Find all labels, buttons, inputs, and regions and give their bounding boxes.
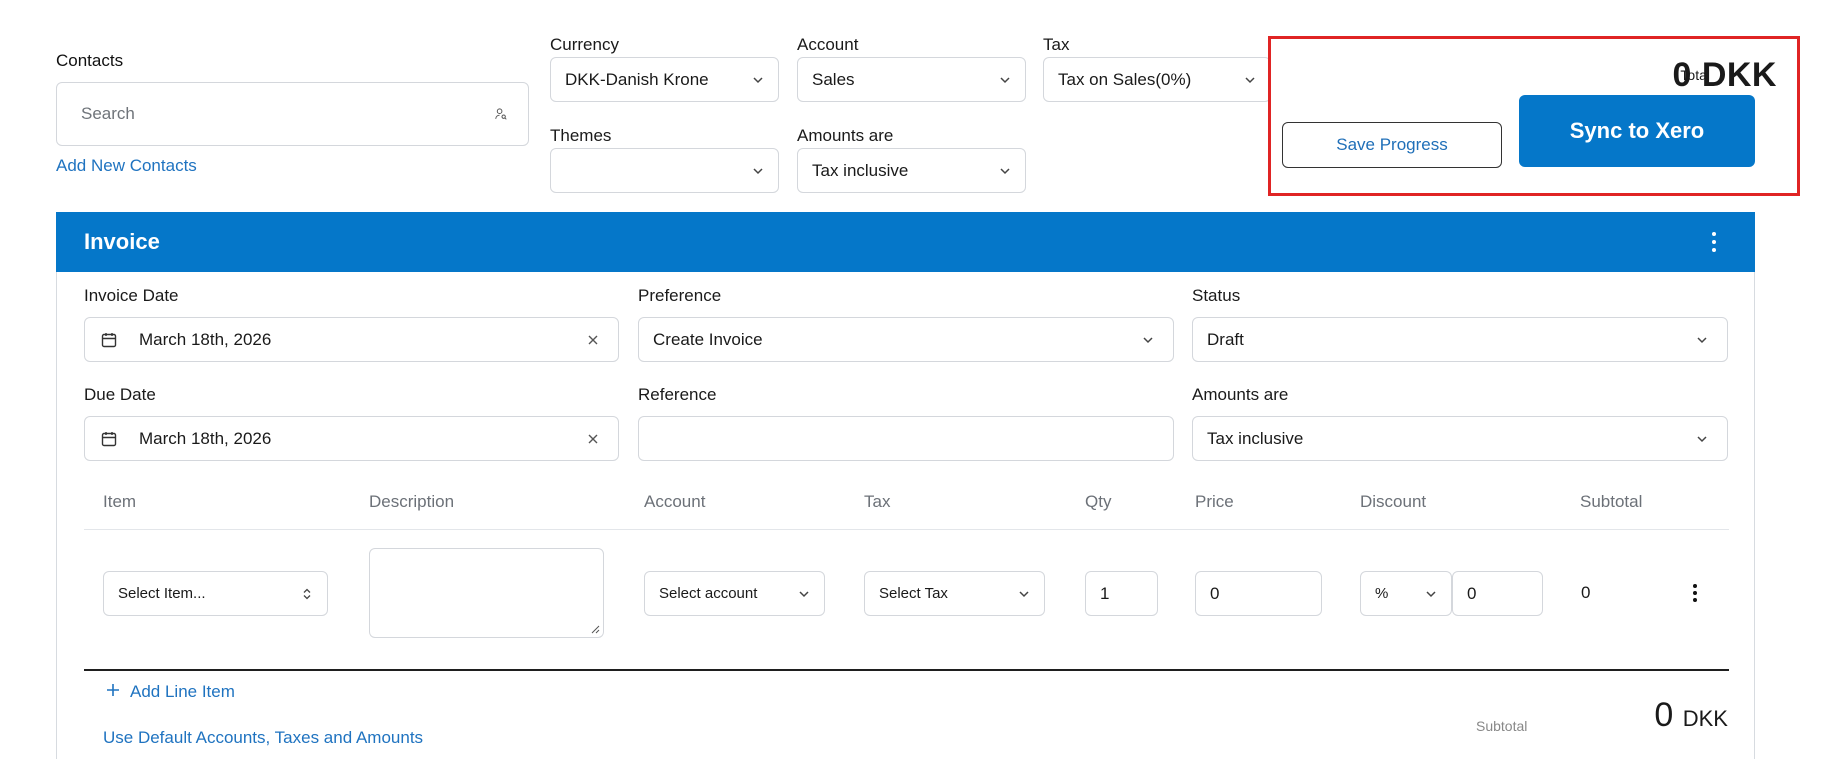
amounts-are-label: Amounts are xyxy=(797,126,894,145)
discount-type-select[interactable]: % xyxy=(1360,571,1452,616)
currency-value: DKK-Danish Krone xyxy=(565,69,709,89)
contact-search-icon[interactable] xyxy=(474,107,528,121)
amounts-are-value: Tax inclusive xyxy=(1207,428,1304,448)
subtotal-label: Subtotal xyxy=(1476,718,1528,734)
total-value: 0 DKK xyxy=(1672,56,1777,94)
invoice-panel xyxy=(56,212,1755,759)
item-select[interactable]: Select Item... xyxy=(103,571,328,616)
description-textarea[interactable] xyxy=(369,548,604,638)
invoice-header: Invoice xyxy=(56,212,1755,272)
chevron-down-icon xyxy=(784,587,824,601)
amounts-are-select[interactable]: Tax inclusive xyxy=(1192,416,1728,461)
item-select-placeholder: Select Item... xyxy=(118,585,206,602)
discount-type-value: % xyxy=(1375,585,1389,602)
clear-icon[interactable] xyxy=(568,333,618,347)
status-select[interactable]: Draft xyxy=(1192,317,1728,362)
line-account-placeholder: Select account xyxy=(659,585,758,602)
line-account-select[interactable]: Select account xyxy=(644,571,825,616)
amounts-are-label: Amounts are xyxy=(1192,385,1289,404)
price-input[interactable]: 0 xyxy=(1195,571,1322,616)
contacts-search-placeholder: Search xyxy=(81,104,135,123)
qty-value: 1 xyxy=(1100,583,1110,603)
subtotal-value: 0 DKK xyxy=(1654,696,1728,735)
line-tax-placeholder: Select Tax xyxy=(879,585,948,602)
preference-value: Create Invoice xyxy=(653,329,763,349)
invoice-date-label: Invoice Date xyxy=(84,286,179,305)
due-date-label: Due Date xyxy=(84,385,156,404)
column-header-account: Account xyxy=(644,492,706,511)
chevron-down-icon xyxy=(1004,587,1044,601)
chevron-down-icon xyxy=(985,164,1025,178)
sync-to-xero-button[interactable]: Sync to Xero xyxy=(1519,95,1755,167)
more-vertical-icon[interactable] xyxy=(1692,584,1698,602)
add-line-item-button[interactable]: Add Line Item xyxy=(106,682,235,702)
add-new-contacts-link[interactable]: Add New Contacts xyxy=(56,156,197,176)
line-items-divider xyxy=(84,669,1729,671)
calendar-icon xyxy=(85,430,133,448)
status-value: Draft xyxy=(1207,329,1244,349)
account-value: Sales xyxy=(812,69,855,89)
amounts-are-value: Tax inclusive xyxy=(812,160,909,180)
tax-label: Tax xyxy=(1043,35,1070,54)
chevron-updown-icon xyxy=(287,587,327,601)
currency-select[interactable]: DKK-Danish Krone xyxy=(550,57,779,102)
reference-label: Reference xyxy=(638,385,717,404)
add-line-item-label: Add Line Item xyxy=(130,682,235,701)
resize-handle-icon[interactable] xyxy=(590,624,600,634)
column-header-discount: Discount xyxy=(1360,492,1427,511)
use-defaults-link[interactable]: Use Default Accounts, Taxes and Amounts xyxy=(103,728,423,748)
column-header-description: Description xyxy=(369,492,455,511)
column-header-subtotal: Subtotal xyxy=(1580,492,1643,511)
chevron-down-icon xyxy=(1677,333,1727,347)
plus-icon xyxy=(106,682,120,702)
discount-value-input[interactable]: 0 xyxy=(1452,571,1543,616)
subtotal-currency: DKK xyxy=(1682,706,1728,731)
chevron-down-icon xyxy=(738,73,778,87)
chevron-down-icon xyxy=(985,73,1025,87)
chevron-down-icon xyxy=(1677,432,1727,446)
amounts-are-select[interactable]: Tax inclusive xyxy=(797,148,1026,193)
account-label: Account xyxy=(797,35,859,54)
subtotal-number: 0 xyxy=(1654,696,1674,734)
chevron-down-icon xyxy=(1411,587,1451,601)
contacts-label: Contacts xyxy=(56,51,124,70)
reference-input[interactable] xyxy=(638,416,1174,461)
column-header-tax: Tax xyxy=(864,492,891,511)
due-date-value: March 18th, 2026 xyxy=(139,428,272,448)
qty-input[interactable]: 1 xyxy=(1085,571,1158,616)
price-value: 0 xyxy=(1210,583,1220,603)
themes-label: Themes xyxy=(550,126,612,145)
tax-value: Tax on Sales(0%) xyxy=(1058,69,1192,89)
due-date-field[interactable]: March 18th, 2026 xyxy=(84,416,619,461)
invoice-title: Invoice xyxy=(84,229,160,254)
currency-label: Currency xyxy=(550,35,619,54)
contacts-search-input[interactable]: Search xyxy=(56,82,529,146)
table-divider xyxy=(84,529,1729,530)
account-select[interactable]: Sales xyxy=(797,57,1026,102)
line-tax-select[interactable]: Select Tax xyxy=(864,571,1045,616)
tax-select[interactable]: Tax on Sales(0%) xyxy=(1043,57,1271,102)
clear-icon[interactable] xyxy=(568,432,618,446)
chevron-down-icon xyxy=(1123,333,1173,347)
themes-select[interactable] xyxy=(550,148,779,193)
more-vertical-icon[interactable] xyxy=(1711,232,1717,252)
invoice-date-value: March 18th, 2026 xyxy=(139,329,272,349)
column-header-qty: Qty xyxy=(1085,492,1112,511)
discount-value: 0 xyxy=(1467,583,1477,603)
chevron-down-icon xyxy=(738,164,778,178)
preference-label: Preference xyxy=(638,286,722,305)
calendar-icon xyxy=(85,331,133,349)
status-label: Status xyxy=(1192,286,1241,305)
invoice-date-field[interactable]: March 18th, 2026 xyxy=(84,317,619,362)
column-header-item: Item xyxy=(103,492,137,511)
save-progress-button[interactable]: Save Progress xyxy=(1282,122,1502,168)
column-header-price: Price xyxy=(1195,492,1234,511)
chevron-down-icon xyxy=(1230,73,1270,87)
line-subtotal: 0 xyxy=(1581,583,1591,602)
preference-select[interactable]: Create Invoice xyxy=(638,317,1174,362)
